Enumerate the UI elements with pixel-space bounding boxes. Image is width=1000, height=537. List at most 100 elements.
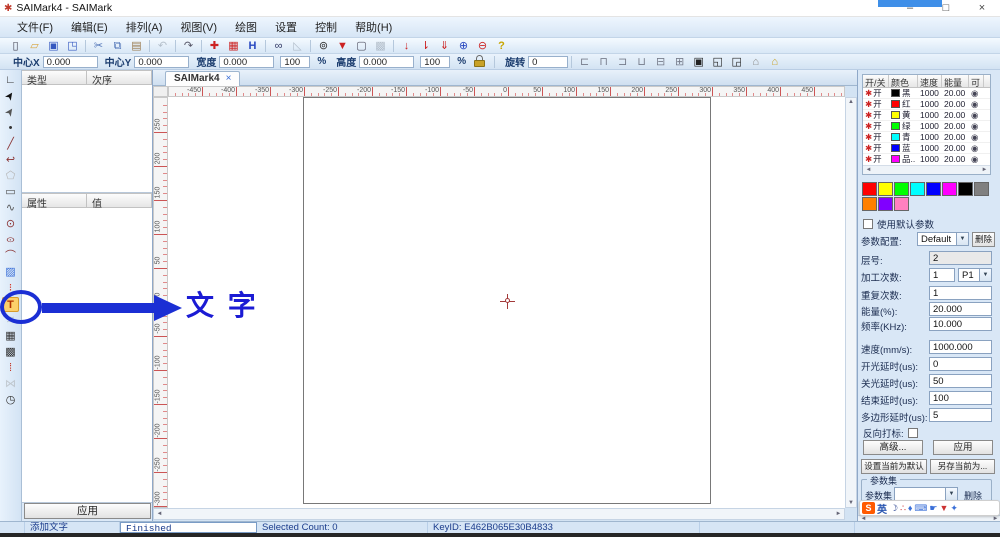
apply-button[interactable]: 应用 [933,440,993,455]
maximize-button[interactable]: □ [928,0,964,17]
height-percent-input[interactable]: 100 [420,56,450,68]
bezier-node-tool[interactable]: ⋈ [2,377,19,392]
paramset-dropdown-arrow[interactable]: ▼ [945,488,957,500]
layer-table-header-0[interactable]: 开/关 [863,75,889,87]
menu-item-3[interactable]: 视图(V) [171,17,226,37]
config-dropdown-arrow[interactable]: ▼ [956,233,968,245]
paramset-dropdown[interactable]: ▼ [894,487,958,501]
process-times-input[interactable]: 1 [929,268,955,282]
mark-parameters-icon[interactable]: ✚ [206,39,223,53]
layer-table-header-4[interactable]: 可 [969,75,984,87]
save-file-icon[interactable]: ▣ [45,39,62,53]
ellipse-tool[interactable]: ⊙ [2,233,19,248]
save-all-icon[interactable]: ◳ [64,39,81,53]
save-current-as-button[interactable]: 另存当前为... [930,459,995,474]
menu-item-7[interactable]: 帮助(H) [346,17,401,37]
toolbox-icon[interactable]: ✦ [950,503,958,514]
menu-item-1[interactable]: 编辑(E) [62,17,117,37]
aspect-lock-icon[interactable] [473,55,487,68]
red-light-preview-icon[interactable]: ⇂ [417,39,434,53]
use-default-checkbox[interactable] [863,219,873,229]
image-tool[interactable]: ▨ [2,265,19,280]
speed-input[interactable]: 1000.000 [929,340,992,354]
skin-icon[interactable]: ▼ [939,503,948,513]
palette-swatch-6[interactable] [958,182,973,196]
circle-tool[interactable]: ⊙ [2,217,19,232]
scroll-right-icon[interactable]: ► [833,511,844,517]
scroll-left-icon[interactable]: ◄ [154,511,165,517]
pick-object-icon[interactable]: ▼ [334,39,351,53]
layer-table-header-2[interactable]: 速度 [918,75,942,87]
property-list[interactable] [22,208,152,503]
laser-off-delay-input[interactable]: 50 [929,374,992,388]
config-dropdown[interactable]: Default▼ [917,232,969,246]
zoom-in-icon[interactable]: ⊕ [455,39,472,53]
palette-swatch-8[interactable] [862,197,877,211]
layer-scroll-right-icon[interactable]: ► [979,167,990,173]
order-column-header[interactable]: 次序 [87,70,152,85]
point-tool[interactable]: • [2,121,19,136]
layer-table-header-1[interactable]: 颜色 [889,75,918,87]
hatch-fill-icon[interactable]: H [244,39,261,53]
keyboard-icon[interactable]: ⌨ [914,503,927,514]
polyline-tool[interactable]: ↩ [2,153,19,168]
palette-swatch-10[interactable] [894,197,909,211]
voice-icon[interactable]: ♦ [908,503,913,513]
scroll-up-icon[interactable]: ▲ [846,99,856,105]
set-default-button[interactable]: 设置当前为默认 [861,459,927,474]
energy-input[interactable]: 20.000 [929,302,992,316]
palette-swatch-4[interactable] [926,182,941,196]
paste-icon[interactable]: ▤ [128,39,145,53]
mark-download-icon[interactable]: ↓ [398,39,415,53]
height-input[interactable]: 0.000 [359,56,414,68]
scroll-down-icon[interactable]: ▼ [846,500,856,506]
canvas-vertical-scrollbar[interactable]: ▲ ▼ [845,97,857,508]
palette-swatch-7[interactable] [974,182,989,196]
cut-icon[interactable]: ✂ [90,39,107,53]
close-button[interactable]: × [964,0,1000,17]
sogou-logo[interactable]: S [862,502,875,514]
palette-swatch-0[interactable] [862,182,877,196]
menu-item-6[interactable]: 控制 [306,17,346,37]
new-file-icon[interactable]: ▯ [7,39,24,53]
drawing-canvas[interactable] [168,97,845,508]
zoom-out-icon[interactable]: ⊖ [474,39,491,53]
layer-row[interactable]: ✱开品..100020.00◉ [863,154,990,163]
laser-on-delay-input[interactable]: 0 [929,357,992,371]
open-file-icon[interactable]: ▱ [26,39,43,53]
center-y-input[interactable]: 0.000 [134,56,189,68]
rotate-input[interactable]: 0 [528,56,568,68]
property-column-header[interactable]: 属性 [22,193,87,208]
tab-close-icon[interactable]: × [226,73,232,84]
palette-swatch-1[interactable] [878,182,893,196]
frequency-input[interactable]: 10.000 [929,317,992,331]
delay-timer-tool[interactable]: ◷ [2,393,19,408]
copy-icon[interactable]: ⧉ [109,39,126,53]
line-tool[interactable]: ╱ [2,137,19,152]
ime-language-toggle[interactable]: 英 [877,501,887,516]
menu-item-2[interactable]: 排列(A) [117,17,172,37]
view-window-icon[interactable]: ▢ [353,39,370,53]
expression-icon[interactable]: ∴ [900,503,906,514]
canvas-horizontal-scrollbar[interactable]: ◄ ► [153,508,845,520]
red-dot-grid-icon[interactable]: ▦ [225,39,242,53]
lock-icon[interactable]: ⌂ [747,55,764,69]
help-icon[interactable]: ? [493,39,510,53]
polygon-delay-input[interactable]: 5 [929,408,992,422]
width-input[interactable]: 0.000 [219,56,274,68]
palette-swatch-2[interactable] [894,182,909,196]
config-delete-button[interactable]: 删除 [972,232,995,247]
menu-item-4[interactable]: 绘图 [226,17,266,37]
panel-apply-button[interactable]: 应用 [24,503,151,519]
zoom-select-icon[interactable]: ⊚ [315,39,332,53]
pen-dropdown-arrow[interactable]: ▼ [979,269,991,281]
center-x-input[interactable]: 0.000 [43,56,98,68]
repeat-count-input[interactable]: 1 [929,286,992,300]
barcode-tool[interactable]: ▦ [2,329,19,344]
palette-swatch-3[interactable] [910,182,925,196]
type-column-header[interactable]: 类型 [22,70,87,85]
select-tool[interactable]: ➤ [2,89,19,104]
reverse-mark-checkbox[interactable] [908,428,918,438]
end-delay-input[interactable]: 100 [929,391,992,405]
layer-table-header-3[interactable]: 能量 [942,75,969,87]
